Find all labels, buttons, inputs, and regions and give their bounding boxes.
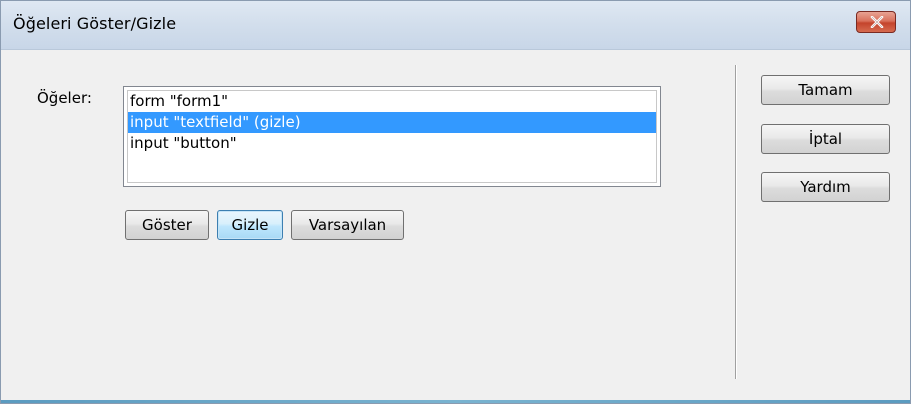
help-button[interactable]: Yardım [761,172,890,202]
cancel-button[interactable]: İptal [761,124,890,154]
items-list: form "form1" input "textfield" (gizle) i… [127,90,657,183]
dialog-window: Öğeleri Göster/Gizle Öğeler: form "form1… [0,0,911,404]
list-item-button[interactable]: input "button" [128,133,656,154]
dialog-content: Öğeler: form "form1" input "textfield" (… [1,50,910,400]
ok-button[interactable]: Tamam [761,75,890,105]
default-button[interactable]: Varsayılan [291,210,404,240]
show-button[interactable]: Göster [125,210,209,240]
items-label: Öğeler: [37,89,92,107]
items-listbox[interactable]: form "form1" input "textfield" (gizle) i… [123,86,661,187]
bottom-border [1,400,910,403]
list-item-textfield[interactable]: input "textfield" (gizle) [128,112,656,133]
list-item-form1[interactable]: form "form1" [128,91,656,112]
close-button[interactable] [856,11,896,33]
vertical-divider [735,65,736,379]
title-bar[interactable]: Öğeleri Göster/Gizle [1,1,910,50]
window-title: Öğeleri Göster/Gizle [13,14,177,33]
hide-button[interactable]: Gizle [217,210,283,240]
close-x-icon [870,16,884,28]
